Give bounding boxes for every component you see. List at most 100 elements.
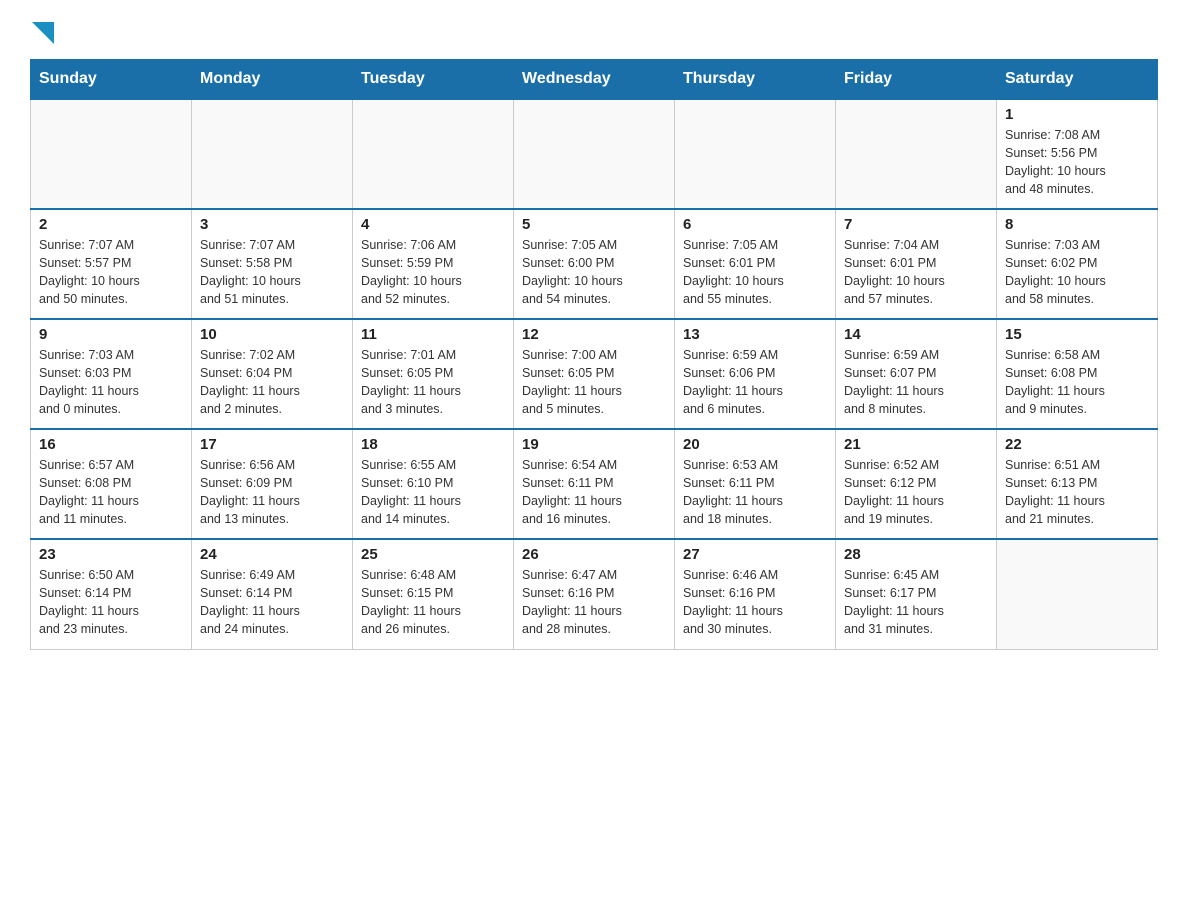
- day-number: 3: [200, 216, 344, 233]
- day-number: 8: [1005, 216, 1149, 233]
- day-info: Sunrise: 6:51 AM Sunset: 6:13 PM Dayligh…: [1005, 456, 1149, 529]
- day-info: Sunrise: 7:05 AM Sunset: 6:01 PM Dayligh…: [683, 236, 827, 309]
- day-info: Sunrise: 7:03 AM Sunset: 6:02 PM Dayligh…: [1005, 236, 1149, 309]
- calendar-cell: 4 Sunrise: 7:06 AM Sunset: 5:59 PM Daylig…: [353, 209, 514, 319]
- day-number: 18: [361, 436, 505, 453]
- day-info: Sunrise: 6:49 AM Sunset: 6:14 PM Dayligh…: [200, 566, 344, 639]
- day-info: Sunrise: 6:46 AM Sunset: 6:16 PM Dayligh…: [683, 566, 827, 639]
- day-number: 20: [683, 436, 827, 453]
- day-number: 26: [522, 546, 666, 563]
- calendar-cell: 15 Sunrise: 6:58 AM Sunset: 6:08 PM Dayli…: [997, 319, 1158, 429]
- day-info: Sunrise: 7:07 AM Sunset: 5:58 PM Dayligh…: [200, 236, 344, 309]
- day-number: 21: [844, 436, 988, 453]
- day-number: 28: [844, 546, 988, 563]
- weekday-header-row: SundayMondayTuesdayWednesdayThursdayFrid…: [31, 60, 1158, 100]
- day-number: 25: [361, 546, 505, 563]
- day-info: Sunrise: 7:05 AM Sunset: 6:00 PM Dayligh…: [522, 236, 666, 309]
- calendar-cell: 20 Sunrise: 6:53 AM Sunset: 6:11 PM Dayli…: [675, 429, 836, 539]
- calendar-cell: 19Sunrise: 6:54 AM Sunset: 6:11 PM Dayli…: [514, 429, 675, 539]
- day-number: 9: [39, 326, 183, 343]
- weekday-header-monday: Monday: [192, 60, 353, 100]
- day-number: 11: [361, 326, 505, 343]
- calendar-cell: [836, 99, 997, 209]
- week-row-4: 16 Sunrise: 6:57 AM Sunset: 6:08 PM Dayli…: [31, 429, 1158, 539]
- day-number: 22: [1005, 436, 1149, 453]
- day-info: Sunrise: 6:58 AM Sunset: 6:08 PM Dayligh…: [1005, 346, 1149, 419]
- page-header: [30, 20, 1158, 49]
- day-info: Sunrise: 6:55 AM Sunset: 6:10 PM Dayligh…: [361, 456, 505, 529]
- day-info: Sunrise: 7:08 AM Sunset: 5:56 PM Dayligh…: [1005, 126, 1149, 199]
- day-number: 16: [39, 436, 183, 453]
- calendar-cell: 17 Sunrise: 6:56 AM Sunset: 6:09 PM Dayli…: [192, 429, 353, 539]
- calendar-cell: 24 Sunrise: 6:49 AM Sunset: 6:14 PM Dayli…: [192, 539, 353, 649]
- calendar-cell: 16 Sunrise: 6:57 AM Sunset: 6:08 PM Dayli…: [31, 429, 192, 539]
- calendar-cell: 3 Sunrise: 7:07 AM Sunset: 5:58 PM Daylig…: [192, 209, 353, 319]
- day-info: Sunrise: 7:03 AM Sunset: 6:03 PM Dayligh…: [39, 346, 183, 419]
- day-info: Sunrise: 7:07 AM Sunset: 5:57 PM Dayligh…: [39, 236, 183, 309]
- calendar-cell: [675, 99, 836, 209]
- day-info: Sunrise: 6:50 AM Sunset: 6:14 PM Dayligh…: [39, 566, 183, 639]
- day-info: Sunrise: 7:06 AM Sunset: 5:59 PM Dayligh…: [361, 236, 505, 309]
- calendar-cell: 6 Sunrise: 7:05 AM Sunset: 6:01 PM Daylig…: [675, 209, 836, 319]
- day-number: 24: [200, 546, 344, 563]
- calendar-cell: [353, 99, 514, 209]
- calendar-cell: 8 Sunrise: 7:03 AM Sunset: 6:02 PM Daylig…: [997, 209, 1158, 319]
- calendar-cell: 2 Sunrise: 7:07 AM Sunset: 5:57 PM Daylig…: [31, 209, 192, 319]
- day-info: Sunrise: 6:57 AM Sunset: 6:08 PM Dayligh…: [39, 456, 183, 529]
- calendar-cell: 10 Sunrise: 7:02 AM Sunset: 6:04 PM Dayli…: [192, 319, 353, 429]
- day-number: 17: [200, 436, 344, 453]
- logo-triangle-icon: [32, 22, 54, 44]
- day-number: 10: [200, 326, 344, 343]
- calendar-cell: 25 Sunrise: 6:48 AM Sunset: 6:15 PM Dayli…: [353, 539, 514, 649]
- day-info: Sunrise: 7:00 AM Sunset: 6:05 PM Dayligh…: [522, 346, 666, 419]
- calendar-cell: 1 Sunrise: 7:08 AM Sunset: 5:56 PM Daylig…: [997, 99, 1158, 209]
- weekday-header-tuesday: Tuesday: [353, 60, 514, 100]
- day-number: 6: [683, 216, 827, 233]
- weekday-header-thursday: Thursday: [675, 60, 836, 100]
- day-number: 1: [1005, 106, 1149, 123]
- day-info: Sunrise: 6:59 AM Sunset: 6:07 PM Dayligh…: [844, 346, 988, 419]
- calendar-cell: 22 Sunrise: 6:51 AM Sunset: 6:13 PM Dayli…: [997, 429, 1158, 539]
- day-info: Sunrise: 7:04 AM Sunset: 6:01 PM Dayligh…: [844, 236, 988, 309]
- calendar-cell: 9 Sunrise: 7:03 AM Sunset: 6:03 PM Daylig…: [31, 319, 192, 429]
- calendar-cell: 21 Sunrise: 6:52 AM Sunset: 6:12 PM Dayli…: [836, 429, 997, 539]
- day-number: 23: [39, 546, 183, 563]
- day-number: 12: [522, 326, 666, 343]
- calendar-cell: 18 Sunrise: 6:55 AM Sunset: 6:10 PM Dayli…: [353, 429, 514, 539]
- day-number: 4: [361, 216, 505, 233]
- calendar-cell: 28 Sunrise: 6:45 AM Sunset: 6:17 PM Dayli…: [836, 539, 997, 649]
- week-row-5: 23 Sunrise: 6:50 AM Sunset: 6:14 PM Dayli…: [31, 539, 1158, 649]
- day-number: 19: [522, 436, 666, 453]
- calendar-cell: 12 Sunrise: 7:00 AM Sunset: 6:05 PM Dayli…: [514, 319, 675, 429]
- day-info: Sunrise: 6:52 AM Sunset: 6:12 PM Dayligh…: [844, 456, 988, 529]
- day-number: 2: [39, 216, 183, 233]
- logo: [30, 20, 54, 49]
- day-number: 7: [844, 216, 988, 233]
- week-row-2: 2 Sunrise: 7:07 AM Sunset: 5:57 PM Daylig…: [31, 209, 1158, 319]
- day-number: 14: [844, 326, 988, 343]
- calendar-cell: 14 Sunrise: 6:59 AM Sunset: 6:07 PM Dayli…: [836, 319, 997, 429]
- day-number: 5: [522, 216, 666, 233]
- week-row-1: 1 Sunrise: 7:08 AM Sunset: 5:56 PM Daylig…: [31, 99, 1158, 209]
- weekday-header-sunday: Sunday: [31, 60, 192, 100]
- day-number: 15: [1005, 326, 1149, 343]
- calendar-cell: 23 Sunrise: 6:50 AM Sunset: 6:14 PM Dayli…: [31, 539, 192, 649]
- weekday-header-friday: Friday: [836, 60, 997, 100]
- calendar-cell: 5 Sunrise: 7:05 AM Sunset: 6:00 PM Daylig…: [514, 209, 675, 319]
- day-info: Sunrise: 6:48 AM Sunset: 6:15 PM Dayligh…: [361, 566, 505, 639]
- weekday-header-saturday: Saturday: [997, 60, 1158, 100]
- day-info: Sunrise: 6:47 AM Sunset: 6:16 PM Dayligh…: [522, 566, 666, 639]
- calendar-cell: 11 Sunrise: 7:01 AM Sunset: 6:05 PM Dayli…: [353, 319, 514, 429]
- calendar-cell: [997, 539, 1158, 649]
- calendar-cell: 13Sunrise: 6:59 AM Sunset: 6:06 PM Dayli…: [675, 319, 836, 429]
- day-info: Sunrise: 6:53 AM Sunset: 6:11 PM Dayligh…: [683, 456, 827, 529]
- calendar-cell: 7 Sunrise: 7:04 AM Sunset: 6:01 PM Daylig…: [836, 209, 997, 319]
- weekday-header-wednesday: Wednesday: [514, 60, 675, 100]
- day-info: Sunrise: 6:45 AM Sunset: 6:17 PM Dayligh…: [844, 566, 988, 639]
- calendar-cell: [514, 99, 675, 209]
- calendar-cell: [31, 99, 192, 209]
- day-info: Sunrise: 7:02 AM Sunset: 6:04 PM Dayligh…: [200, 346, 344, 419]
- day-number: 13: [683, 326, 827, 343]
- day-info: Sunrise: 7:01 AM Sunset: 6:05 PM Dayligh…: [361, 346, 505, 419]
- day-info: Sunrise: 6:56 AM Sunset: 6:09 PM Dayligh…: [200, 456, 344, 529]
